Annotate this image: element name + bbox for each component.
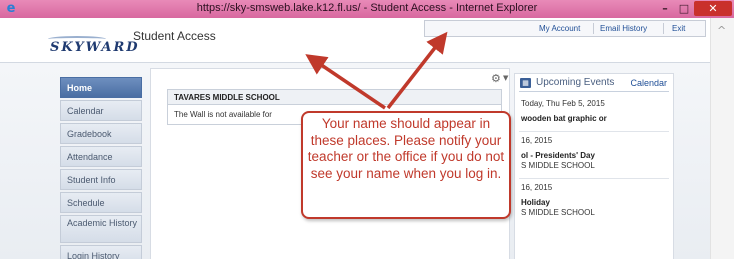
browser-window: e https://sky-smsweb.lake.k12.fl.us/ - S…	[0, 0, 734, 259]
my-account-link[interactable]: My Account	[539, 24, 580, 33]
event-date: 16, 2015	[521, 136, 553, 145]
divider	[519, 131, 669, 132]
maximize-button[interactable]: □	[676, 1, 692, 16]
email-history-link[interactable]: Email History	[600, 24, 647, 33]
event-school: S MIDDLE SCHOOL	[521, 161, 595, 170]
divider	[593, 23, 594, 34]
divider	[663, 23, 664, 34]
sidebar-item-gradebook[interactable]: Gradebook	[60, 123, 142, 144]
sidebar-nav: Home Calendar Gradebook Attendance Stude…	[60, 77, 142, 259]
events-title: Upcoming Events	[536, 77, 615, 88]
sidebar-item-schedule[interactable]: Schedule	[60, 192, 142, 213]
minimize-button[interactable]: –	[656, 1, 674, 16]
annotation-text: Your name should appear in these places.…	[307, 116, 505, 181]
chevron-down-icon[interactable]: ▼	[503, 74, 508, 82]
school-name: TAVARES MIDDLE SCHOOL	[168, 90, 501, 105]
sidebar-item-calendar[interactable]: Calendar	[60, 100, 142, 121]
close-button[interactable]: ✕	[694, 1, 732, 16]
wall-message: The Wall is not available for	[174, 110, 272, 119]
sidebar-item-attendance[interactable]: Attendance	[60, 146, 142, 167]
sidebar-item-academic-history[interactable]: Academic History	[60, 215, 142, 243]
page-header: SKYWARD Student Access My Account Email …	[0, 18, 710, 62]
calendar-icon: ▦	[520, 78, 531, 88]
event-date: Today, Thu Feb 5, 2015	[521, 99, 605, 108]
calendar-link[interactable]: Calendar	[630, 78, 667, 88]
divider	[519, 178, 669, 179]
app-title: Student Access	[133, 29, 216, 43]
annotation-callout: Your name should appear in these places.…	[301, 111, 511, 219]
event-title[interactable]: wooden bat graphic or	[521, 114, 607, 123]
window-title: https://sky-smsweb.lake.k12.fl.us/ - Stu…	[196, 2, 538, 14]
event-title[interactable]: ol - Presidents' Day	[521, 151, 595, 160]
event-date: 16, 2015	[521, 183, 553, 192]
exit-link[interactable]: Exit	[672, 24, 685, 33]
vertical-scrollbar[interactable]: ^	[710, 18, 734, 259]
account-bar: My Account Email History Exit	[424, 20, 706, 37]
divider	[519, 91, 669, 92]
event-title[interactable]: Holiday	[521, 198, 550, 207]
title-bar: e https://sky-smsweb.lake.k12.fl.us/ - S…	[0, 0, 734, 18]
event-school: S MIDDLE SCHOOL	[521, 208, 595, 217]
sidebar-item-home[interactable]: Home	[60, 77, 142, 98]
sidebar-item-login-history[interactable]: Login History	[60, 245, 142, 259]
scroll-up-icon[interactable]: ^	[717, 24, 726, 37]
sidebar-item-student-info[interactable]: Student Info	[60, 169, 142, 190]
gear-icon[interactable]: ⚙	[491, 72, 501, 85]
skyward-logo: SKYWARD	[50, 40, 140, 55]
upcoming-events-panel: ▦ Upcoming Events Calendar Today, Thu Fe…	[514, 73, 674, 259]
